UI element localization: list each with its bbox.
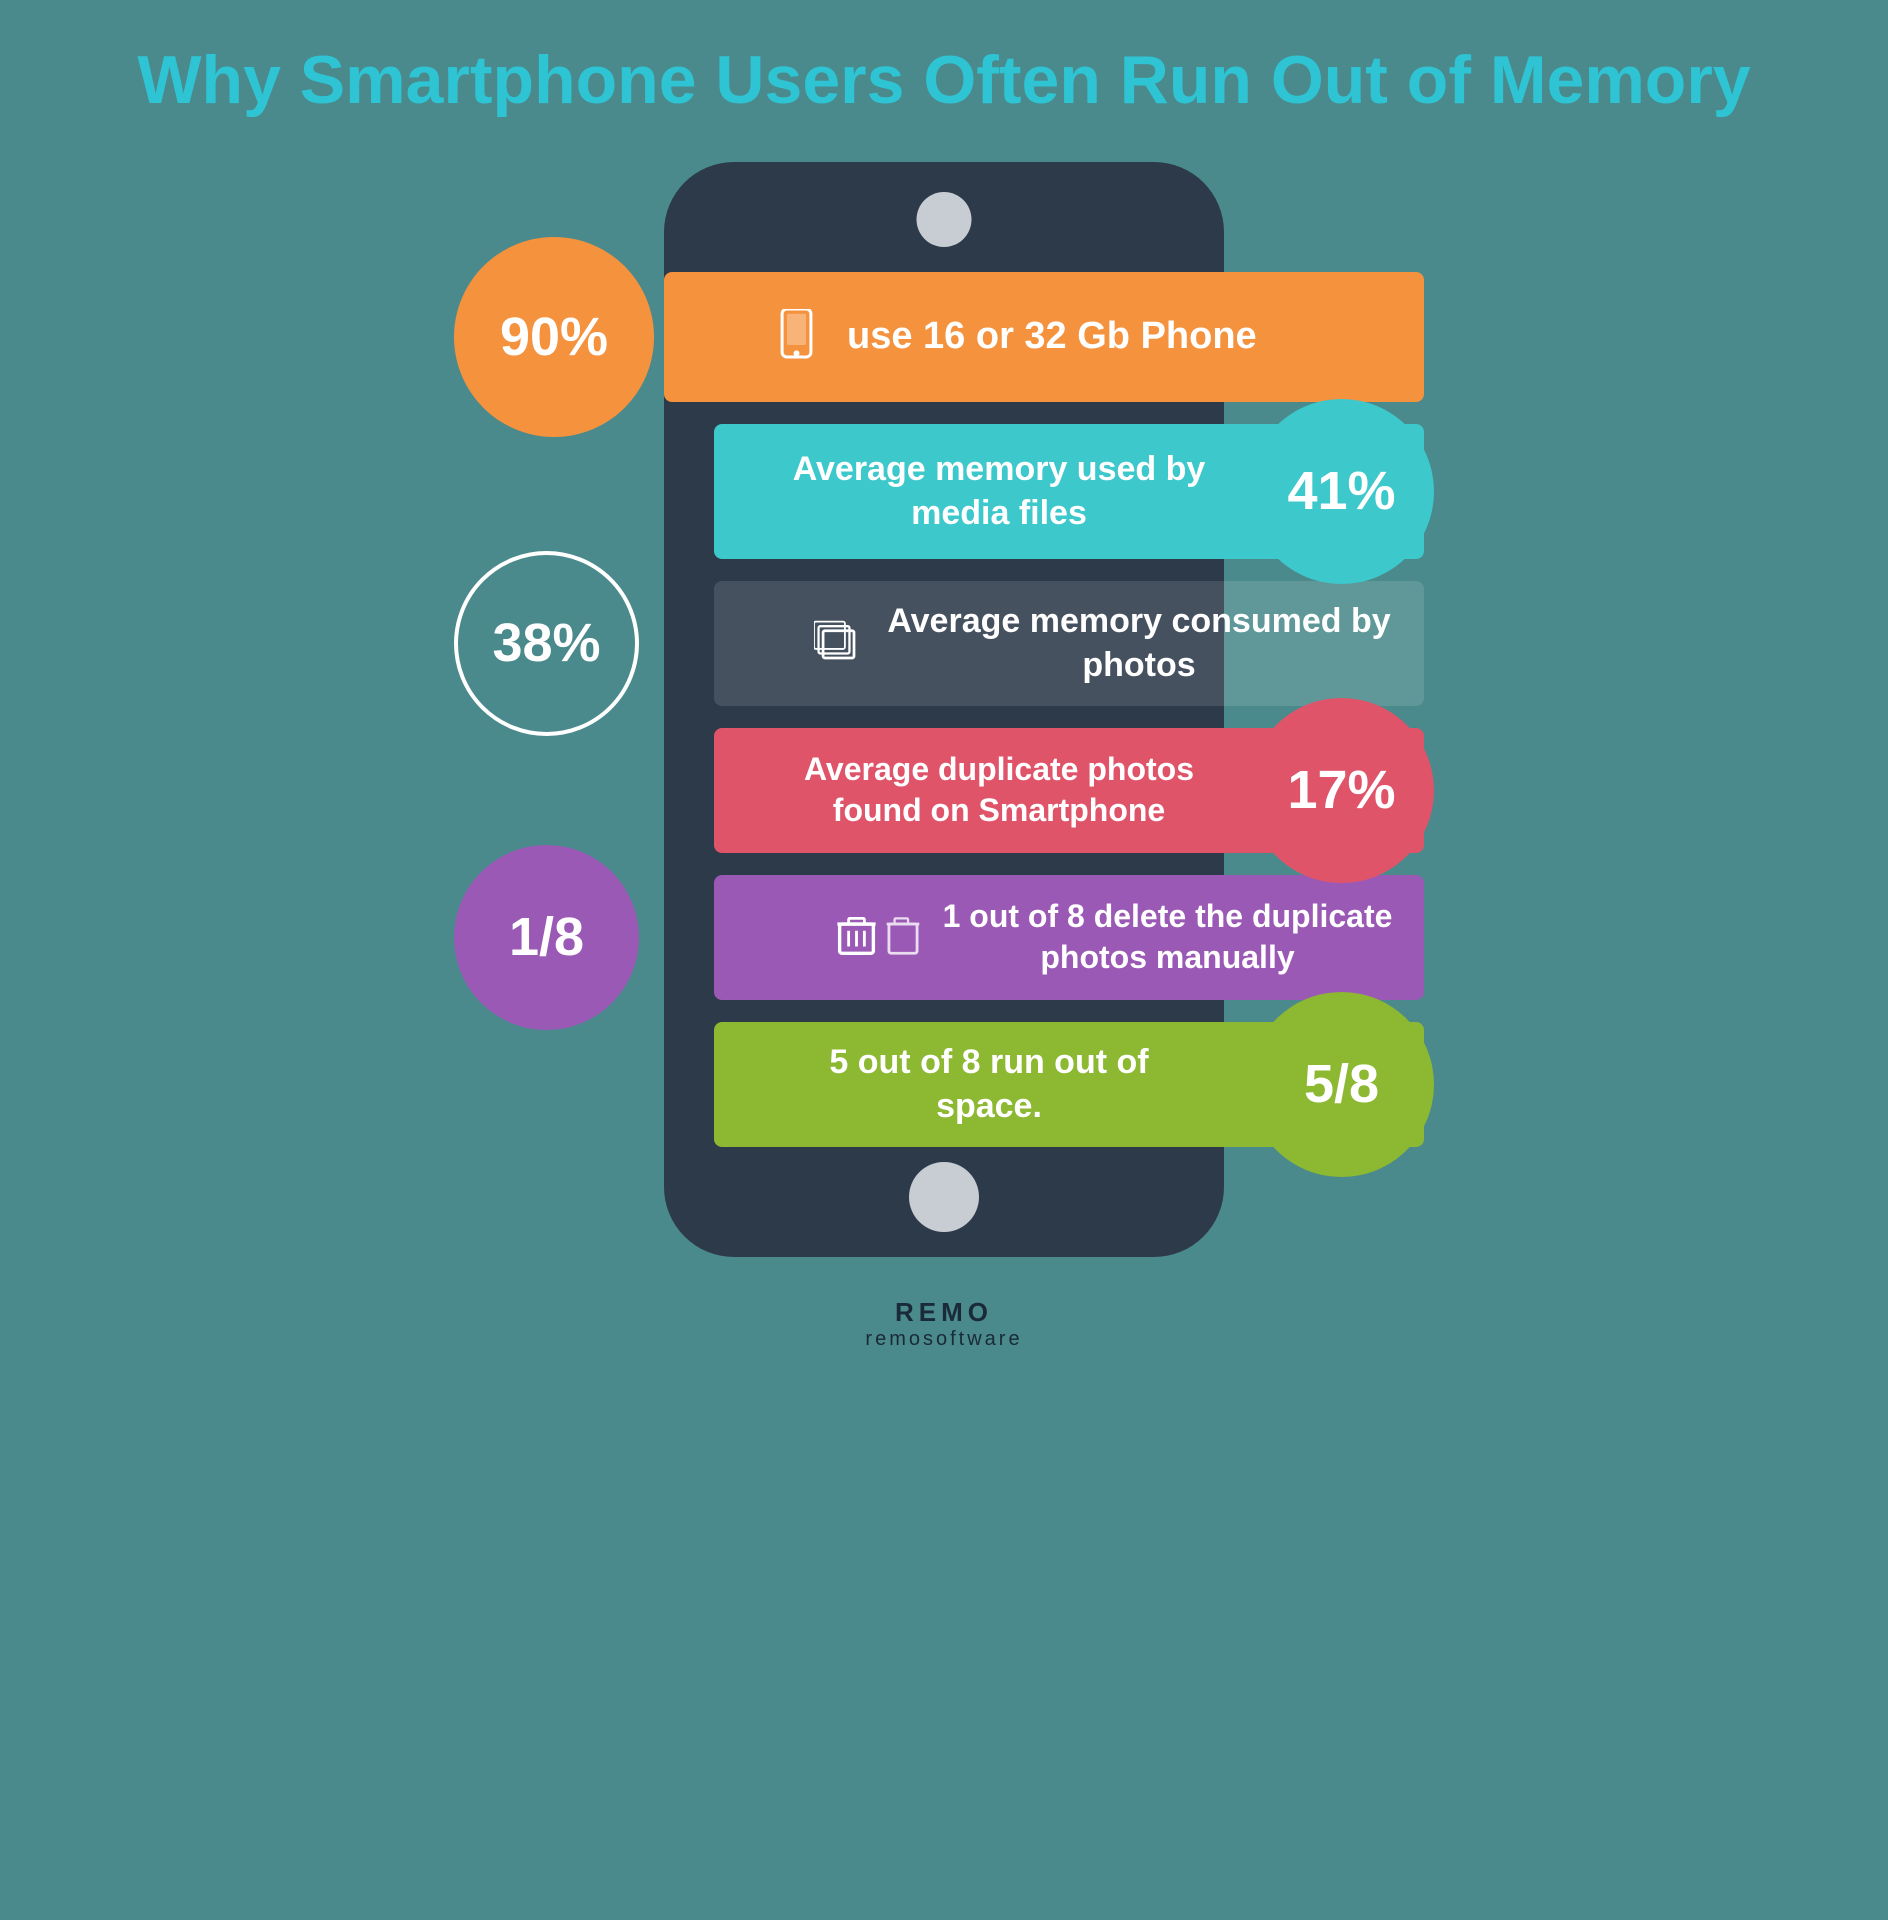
page-title: Why Smartphone Users Often Run Out of Me… [137, 40, 1750, 122]
circle-value-41: 41% [1287, 460, 1395, 522]
brand-remo-text: remo [895, 1297, 993, 1328]
bar-text-teal: Average memory used by media files [774, 447, 1224, 535]
circle-value-38: 38% [492, 612, 600, 674]
bar-text-purple: 1 out of 8 delete the duplicate photos m… [941, 896, 1394, 979]
circle-38: 38% [454, 551, 639, 736]
row-green: 5 out of 8 run out of space. 5/8 [464, 1022, 1424, 1147]
bar-text-white: Average memory consumed by photos [884, 599, 1394, 687]
row-orange: 90% use 16 or 32 Gb Phone [464, 272, 1424, 402]
brand-logo-remo: remo remosoftware [865, 1297, 1022, 1351]
bar-text-red: Average duplicate photos found on Smartp… [774, 749, 1224, 832]
bar-orange: use 16 or 32 Gb Phone [664, 272, 1424, 402]
circle-1-8: 1/8 [454, 845, 639, 1030]
trash-icon [834, 915, 923, 960]
row-purple: 1/8 [464, 875, 1424, 1000]
bar-text-orange: use 16 or 32 Gb Phone [847, 312, 1257, 361]
circle-17: 17% [1249, 698, 1434, 883]
stats-rows: 90% use 16 or 32 Gb Phone Average memory… [464, 162, 1424, 1257]
circle-value-1-8: 1/8 [509, 906, 584, 968]
footer: remo remosoftware [865, 1287, 1022, 1351]
circle-90: 90% [454, 237, 654, 437]
infographic-container: 90% use 16 or 32 Gb Phone Average memory… [464, 162, 1424, 1257]
row-teal: Average memory used by media files 41% [464, 424, 1424, 559]
bar-white: Average memory consumed by photos [714, 581, 1424, 706]
bar-purple: 1 out of 8 delete the duplicate photos m… [714, 875, 1424, 1000]
row-red: Average duplicate photos found on Smartp… [464, 728, 1424, 853]
circle-value-5-8: 5/8 [1304, 1053, 1379, 1115]
phone-icon [774, 304, 819, 370]
row-white: 38% Average memory consumed by photos [464, 581, 1424, 706]
circle-value-90: 90% [500, 306, 608, 368]
circle-5-8: 5/8 [1249, 992, 1434, 1177]
photos-icon-white [814, 618, 864, 668]
brand-software-text: remosoftware [865, 1328, 1022, 1351]
bar-text-green: 5 out of 8 run out of space. [774, 1040, 1204, 1128]
circle-value-17: 17% [1287, 759, 1395, 821]
circle-41: 41% [1249, 399, 1434, 584]
